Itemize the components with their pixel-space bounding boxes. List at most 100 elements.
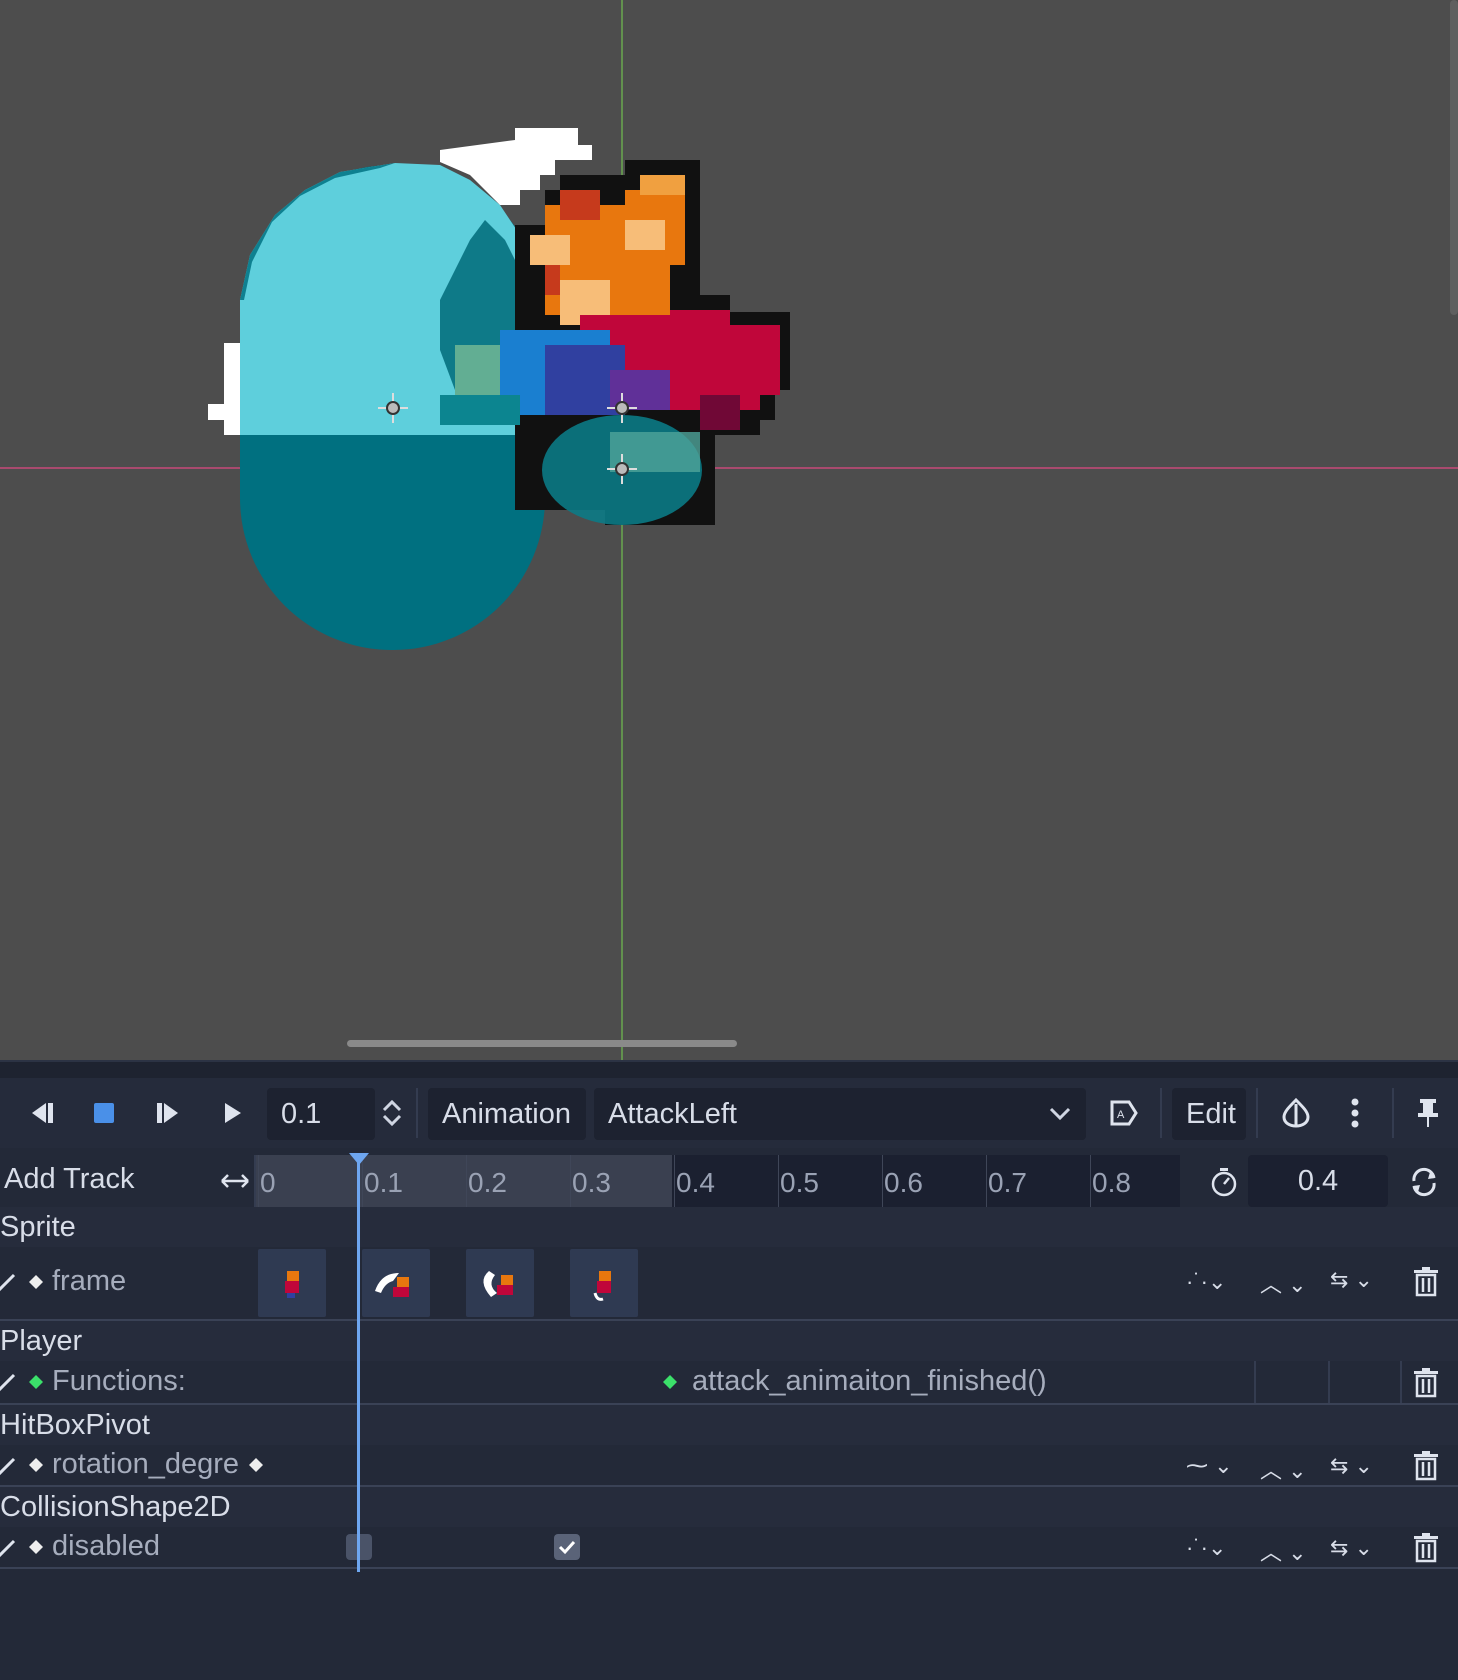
toolbar-separator <box>1392 1088 1394 1138</box>
play-icon <box>225 1103 241 1123</box>
ruler-tick-label: 0.4 <box>676 1167 715 1198</box>
track-toggle-icon[interactable] <box>0 1371 18 1393</box>
edit-label: Edit <box>1186 1097 1236 1130</box>
track-group-hitboxpivot[interactable]: HitBoxPivot <box>0 1405 1458 1445</box>
frame-thumbnail-icon <box>483 1271 513 1297</box>
toolbar-separator <box>1160 1088 1162 1138</box>
controls-divider <box>1400 1361 1402 1403</box>
keyframe-0[interactable] <box>248 1457 264 1473</box>
step-icon <box>157 1103 178 1123</box>
track-hitbox-rotation[interactable]: rotation_degre ⁓ ⌄ ︿ ⌄ ⇆ ⌄ <box>0 1445 1458 1487</box>
frame-thumbnail-icon <box>375 1273 409 1297</box>
update-mode-icon[interactable]: ︿ ⌄ <box>1260 1267 1307 1299</box>
track-toggle-icon[interactable] <box>0 1271 18 1293</box>
trash-icon[interactable] <box>1412 1451 1440 1481</box>
track-toggle-icon[interactable] <box>0 1455 18 1477</box>
animation-label: Animation <box>442 1097 571 1130</box>
horizontal-resize-icon[interactable] <box>220 1171 250 1191</box>
play-backwards-button[interactable] <box>22 1090 62 1136</box>
ruler-tick-label: 0.1 <box>364 1167 403 1198</box>
scene-canvas[interactable] <box>0 0 1458 1060</box>
svg-text:A: A <box>1117 1109 1125 1121</box>
play-backwards-icon <box>32 1103 53 1123</box>
update-mode-icon[interactable]: ︿ ⌄ <box>1260 1453 1307 1485</box>
track-sprite-frame[interactable]: frame ·˙·⌄ ︿ ⌄ ⇆ ⌄ <box>0 1247 1458 1321</box>
ruler-tick-label: 0.2 <box>468 1167 507 1198</box>
animation-length-input[interactable]: 0.4 <box>1248 1155 1388 1207</box>
interpolation-nearest-icon[interactable]: ·˙·⌄ <box>1186 1269 1226 1295</box>
checkmark-icon <box>558 1540 576 1555</box>
trash-icon[interactable] <box>1412 1267 1440 1297</box>
animation-select[interactable]: AttackLeft <box>594 1088 1086 1140</box>
horizontal-scrollbar[interactable] <box>347 1040 737 1047</box>
keyframe-0[interactable] <box>258 1249 326 1317</box>
ruler-tick-label: 0.3 <box>572 1167 611 1198</box>
ruler-tick-label: 0.6 <box>884 1167 923 1198</box>
track-collision-disabled[interactable]: disabled ·˙·⌄ ︿ ⌄ ⇆ ⌄ <box>0 1527 1458 1569</box>
pin-button[interactable] <box>1410 1090 1446 1136</box>
autoplay-button[interactable]: A <box>1102 1090 1146 1136</box>
play-button[interactable] <box>212 1090 252 1136</box>
track-property-name: rotation_degre <box>52 1448 240 1480</box>
track-player-functions[interactable]: Functions: attack_animaiton_finished() <box>0 1361 1458 1405</box>
controls-divider <box>1254 1361 1256 1403</box>
stop-icon <box>94 1103 114 1123</box>
stop-button[interactable] <box>84 1090 124 1136</box>
loop-icon[interactable] <box>1408 1167 1440 1197</box>
method-key-label: attack_animaiton_finished() <box>692 1365 1047 1397</box>
vertical-scrollbar[interactable] <box>1450 0 1458 315</box>
animation-toolbar: 0.1 Animation AttackLeft A Edit <box>0 1078 1458 1148</box>
animation-length-value: 0.4 <box>1297 1164 1339 1197</box>
update-mode-icon[interactable]: ︿ ⌄ <box>1260 1535 1307 1567</box>
ruler-tick-label: 0 <box>260 1167 276 1198</box>
stopwatch-icon <box>1211 1168 1237 1197</box>
ruler-tick-label: 0.7 <box>988 1167 1027 1198</box>
key-diamond-icon <box>29 1458 43 1472</box>
canvas-viewport[interactable] <box>0 0 1458 1060</box>
track-group-collisionshape2d[interactable]: CollisionShape2D <box>0 1487 1458 1527</box>
track-group-player[interactable]: Player <box>0 1321 1458 1361</box>
time-spinner[interactable] <box>378 1090 406 1136</box>
track-toggle-icon[interactable] <box>0 1537 18 1559</box>
panel-separator[interactable] <box>0 1060 1458 1080</box>
trash-icon[interactable] <box>1412 1533 1440 1563</box>
keyframe-2[interactable] <box>466 1249 534 1317</box>
ruler-tick-label: 0.5 <box>780 1167 819 1198</box>
track-property-name: Functions: <box>52 1365 186 1397</box>
ruler-tick <box>258 1155 259 1207</box>
ruler-tick <box>466 1155 467 1207</box>
more-options-button[interactable] <box>1340 1090 1370 1136</box>
ruler-tick <box>882 1155 883 1207</box>
add-track-button[interactable]: Add Track <box>4 1163 135 1196</box>
loop-wrap-icon[interactable]: ⇆ ⌄ <box>1330 1535 1373 1561</box>
onion-skin-button[interactable] <box>1276 1090 1316 1136</box>
track-group-sprite[interactable]: Sprite <box>0 1207 1458 1247</box>
loop-wrap-icon[interactable]: ⇆ ⌄ <box>1330 1453 1373 1479</box>
interpolation-linear-icon[interactable]: ⁓ ⌄ <box>1186 1453 1233 1479</box>
step-forward-button[interactable] <box>148 1090 188 1136</box>
timeline-header: Add Track 0 0.1 0.2 0.3 0.4 0.5 0.6 0.7 0.8 0.4 <box>0 1155 1458 1207</box>
interpolation-nearest-icon[interactable]: ·˙·⌄ <box>1186 1535 1226 1561</box>
trash-icon[interactable] <box>1412 1368 1440 1398</box>
method-keyframe-icon[interactable] <box>662 1374 678 1390</box>
frame-thumbnail-icon <box>593 1271 611 1301</box>
animation-name: AttackLeft <box>608 1097 737 1130</box>
track-property-name: frame <box>52 1265 127 1297</box>
toolbar-separator <box>1256 1088 1258 1138</box>
onion-skin-icon <box>1282 1098 1310 1128</box>
time-input[interactable]: 0.1 <box>267 1088 375 1140</box>
keyframe-1[interactable] <box>362 1249 430 1317</box>
edit-menu-button[interactable]: Edit <box>1172 1088 1246 1140</box>
ruler-tick <box>986 1155 987 1207</box>
method-key-diamond-icon <box>29 1375 43 1389</box>
loop-wrap-icon[interactable]: ⇆ ⌄ <box>1330 1267 1373 1293</box>
keyframe-checked-checkbox[interactable] <box>554 1534 580 1560</box>
keyframe-3[interactable] <box>570 1249 638 1317</box>
time-value: 0.1 <box>281 1097 322 1130</box>
key-diamond-icon <box>29 1275 43 1289</box>
controls-divider <box>1328 1361 1330 1403</box>
animation-menu-button[interactable]: Animation <box>428 1088 586 1140</box>
playhead-line[interactable] <box>357 1160 360 1572</box>
group-node-name: CollisionShape2D <box>0 1491 231 1523</box>
group-node-name: Player <box>0 1325 83 1357</box>
